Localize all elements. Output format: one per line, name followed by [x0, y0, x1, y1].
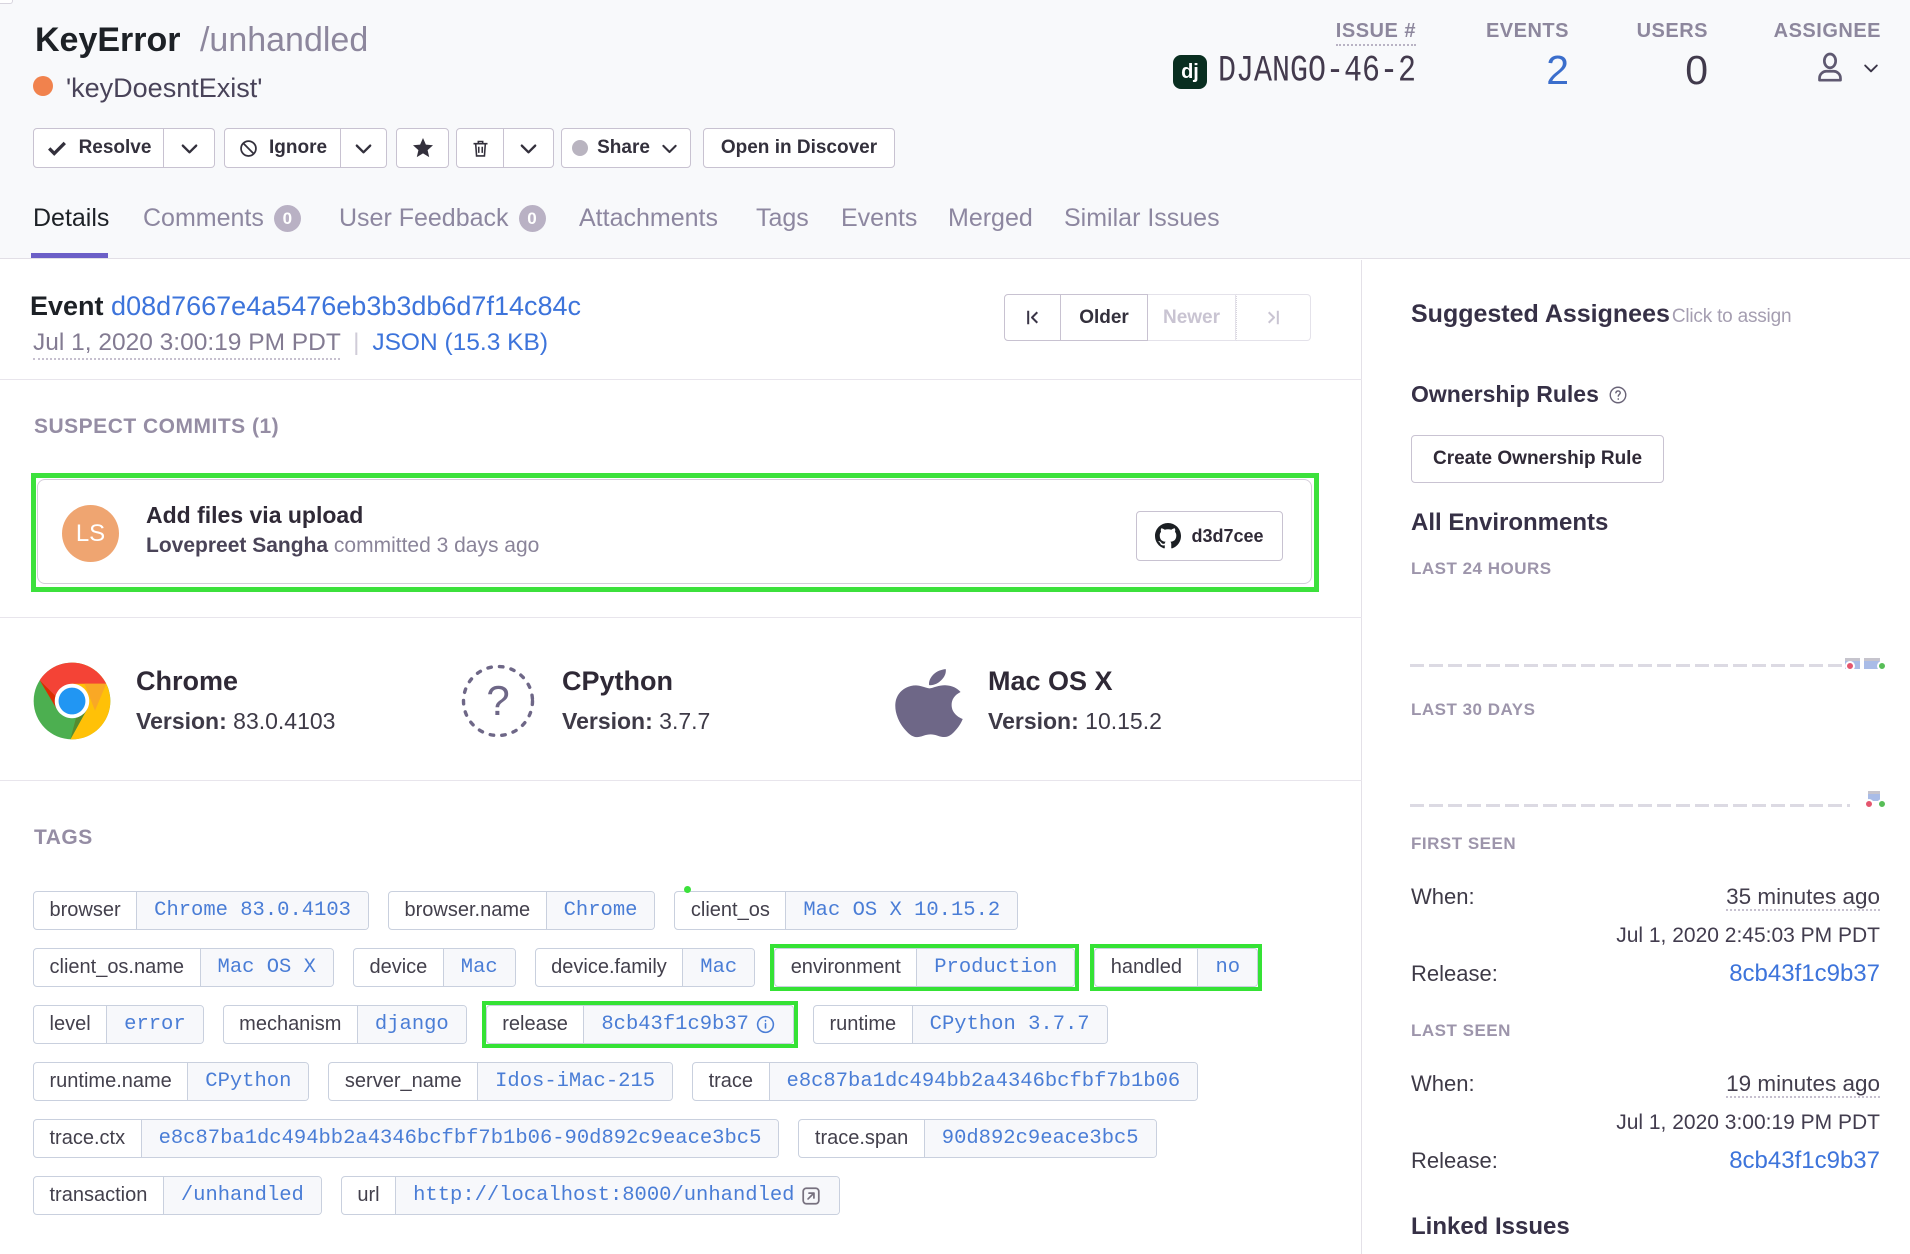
svg-text:?: ? [486, 677, 509, 724]
